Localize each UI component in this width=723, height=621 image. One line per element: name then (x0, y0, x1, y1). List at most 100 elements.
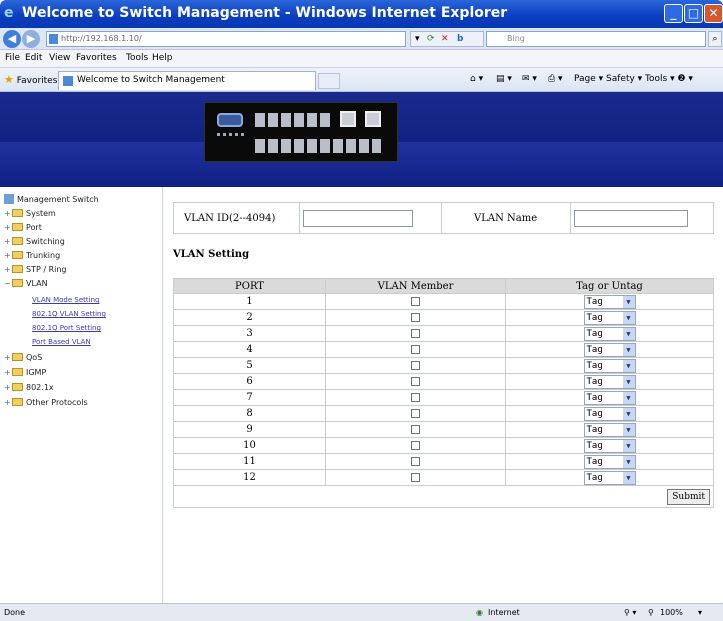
member-cell (325, 453, 506, 470)
expand-icon[interactable]: + (4, 236, 12, 248)
search-input[interactable]: Bing (486, 31, 706, 47)
tree-item-switching[interactable]: + Switching (4, 236, 65, 248)
member-cell (325, 389, 506, 406)
feeds-icon[interactable]: ▤ ▾ (496, 74, 512, 84)
expand-icon[interactable]: + (4, 397, 12, 409)
chevron-down-icon[interactable]: ▼ (622, 359, 635, 372)
expand-icon[interactable]: + (4, 352, 12, 364)
tree-item-8021x[interactable]: +802.1x (4, 382, 54, 394)
link-port-based-vlan[interactable]: Port Based VLAN (32, 336, 91, 348)
collapse-icon[interactable]: − (4, 278, 12, 290)
chevron-down-icon[interactable]: ▼ (622, 311, 635, 324)
vlan-name-input[interactable] (574, 210, 688, 227)
tag-select[interactable]: Tag ▼ (583, 454, 636, 469)
chevron-down-icon[interactable]: ▼ (622, 375, 635, 388)
tree-label: Port (26, 223, 42, 232)
vlan-member-checkbox[interactable] (411, 361, 420, 370)
table-row: 2 Tag ▼ (173, 309, 714, 326)
browser-tab[interactable]: Welcome to Switch Management (58, 71, 316, 90)
command-menus[interactable]: Page ▾ Safety ▾ Tools ▾ ❷ ▾ (574, 74, 693, 84)
tree-item-port[interactable]: + Port (4, 222, 42, 234)
tag-select[interactable]: Tag ▼ (583, 342, 636, 357)
tag-select[interactable]: Tag ▼ (583, 358, 636, 373)
vlan-member-checkbox[interactable] (411, 457, 420, 466)
maximize-button[interactable]: □ (684, 4, 703, 23)
vlan-member-checkbox[interactable] (411, 329, 420, 338)
address-input[interactable]: http://192.168.1.10/ (46, 31, 406, 47)
chevron-down-icon[interactable]: ▼ (622, 391, 635, 404)
protected-mode-icon[interactable]: ⚲ ▾ (624, 608, 636, 617)
tag-select[interactable]: Tag ▼ (583, 438, 636, 453)
vlan-member-checkbox[interactable] (411, 393, 420, 402)
chevron-down-icon[interactable]: ▼ (622, 295, 635, 308)
vlan-member-checkbox[interactable] (411, 377, 420, 386)
tag-select[interactable]: Tag ▼ (583, 422, 636, 437)
tree-root[interactable]: Management Switch (4, 194, 99, 206)
tree-item-system[interactable]: + System (4, 208, 56, 220)
chevron-down-icon[interactable]: ▼ (622, 407, 635, 420)
stop-icon[interactable]: ✕ (441, 32, 449, 46)
tag-select[interactable]: Tag ▼ (583, 310, 636, 325)
print-icon[interactable]: ⎙ ▾ (548, 74, 563, 84)
tag-select[interactable]: Tag ▼ (583, 374, 636, 389)
close-button[interactable]: ✕ (704, 4, 723, 23)
menu-favorites[interactable]: Favorites (76, 53, 117, 63)
vlan-member-checkbox[interactable] (411, 345, 420, 354)
expand-icon[interactable]: + (4, 264, 12, 276)
tree-item-stp-ring[interactable]: + STP / Ring (4, 264, 67, 276)
tree-item-vlan[interactable]: − VLAN (4, 278, 48, 290)
tag-select[interactable]: Tag ▼ (583, 470, 636, 485)
favorites-button[interactable]: ★ Favorites (4, 73, 57, 86)
submit-button[interactable]: Submit (667, 488, 710, 505)
mail-icon[interactable]: ✉ ▾ (522, 74, 537, 84)
home-icon[interactable]: ⌂ ▾ (470, 74, 483, 84)
expand-icon[interactable]: + (4, 222, 12, 234)
new-tab-button[interactable] (318, 73, 340, 89)
link-8021q-vlan-setting[interactable]: 802.1Q VLAN Setting (32, 308, 106, 320)
menu-edit[interactable]: Edit (25, 53, 42, 63)
vlan-member-checkbox[interactable] (411, 409, 420, 418)
minimize-button[interactable]: _ (664, 4, 683, 23)
menu-tools[interactable]: Tools (126, 53, 148, 63)
chevron-down-icon[interactable]: ▼ (622, 455, 635, 468)
vlan-member-checkbox[interactable] (411, 425, 420, 434)
sfp-port-icon (365, 111, 381, 127)
forward-icon[interactable]: ▶ (22, 30, 40, 48)
chevron-down-icon[interactable]: ▼ (622, 423, 635, 436)
expand-icon[interactable]: + (4, 250, 12, 262)
chevron-down-icon[interactable]: ▼ (622, 327, 635, 340)
chevron-down-icon[interactable]: ▼ (622, 471, 635, 484)
dropdown-icon[interactable]: ▾ (415, 32, 420, 46)
tag-select[interactable]: Tag ▼ (583, 390, 636, 405)
chevron-down-icon[interactable]: ▼ (622, 343, 635, 356)
tag-select[interactable]: Tag ▼ (583, 326, 636, 341)
vlan-member-checkbox[interactable] (411, 473, 420, 482)
vlan-member-checkbox[interactable] (411, 441, 420, 450)
expand-icon[interactable]: + (4, 367, 12, 379)
zoom-dropdown-icon[interactable]: ▾ (698, 608, 702, 617)
vlan-member-checkbox[interactable] (411, 297, 420, 306)
tag-select[interactable]: Tag ▼ (583, 406, 636, 421)
member-cell (325, 293, 506, 310)
vlan-member-checkbox[interactable] (411, 313, 420, 322)
menu-view[interactable]: View (49, 53, 70, 63)
tree-item-other-protocols[interactable]: + Other Protocols (4, 397, 88, 409)
menu-file[interactable]: File (5, 53, 20, 63)
tree-item-igmp[interactable]: + IGMP (4, 367, 46, 379)
table-header-row: PORT VLAN Member Tag or Untag (173, 278, 714, 294)
tag-select[interactable]: Tag ▼ (583, 294, 636, 309)
search-icon[interactable]: ⌕ (708, 31, 722, 47)
zoom-level[interactable]: 100% (660, 608, 683, 617)
link-vlan-mode-setting[interactable]: VLAN Mode Setting (32, 294, 99, 306)
menu-help[interactable]: Help (152, 53, 173, 63)
expand-icon[interactable]: + (4, 208, 12, 220)
chevron-down-icon[interactable]: ▼ (622, 439, 635, 452)
back-icon[interactable]: ◀ (3, 30, 21, 48)
window-titlebar[interactable]: e Welcome to Switch Management - Windows… (0, 0, 723, 28)
tree-item-trunking[interactable]: + Trunking (4, 250, 60, 262)
tree-item-qos[interactable]: + QoS (4, 352, 42, 364)
refresh-icon[interactable]: ⟳ (427, 32, 435, 46)
expand-icon[interactable]: + (4, 382, 12, 394)
link-8021q-port-setting[interactable]: 802.1Q Port Setting (32, 322, 101, 334)
vlan-id-input[interactable] (303, 210, 413, 227)
